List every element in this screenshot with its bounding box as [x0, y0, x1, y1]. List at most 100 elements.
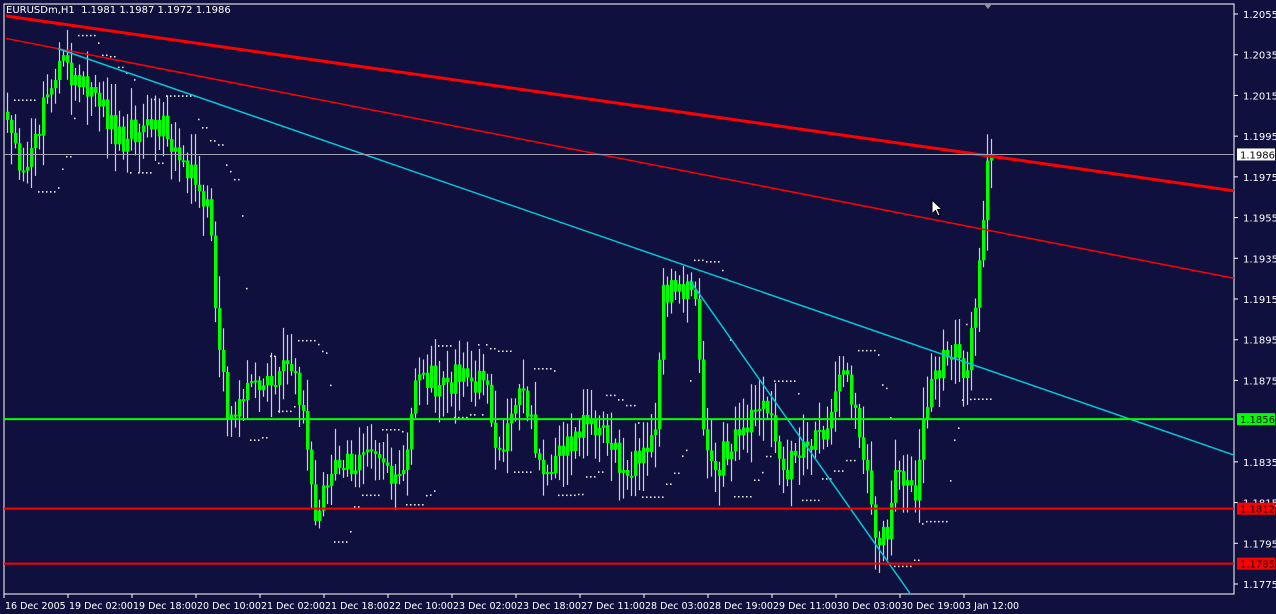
bull-candle: [918, 459, 922, 501]
sar-dot: [78, 34, 80, 37]
price-chart[interactable]: 1.2055 1.2035 1.2015 1.1995 1.1975 1.1955 1.19…: [0, 0, 1276, 614]
sar-dot: [638, 422, 640, 424]
bear-candle: [314, 484, 318, 521]
bull-candle: [926, 407, 930, 420]
bear-candle: [938, 370, 942, 379]
sar-dot: [142, 172, 144, 174]
bear-candle: [486, 380, 490, 385]
bear-candle: [646, 447, 650, 453]
bull-candle: [50, 88, 54, 95]
time-label: 19 Dec 02:00: [69, 601, 133, 612]
sar-dot: [226, 164, 228, 166]
open-price: 1.1981: [81, 5, 117, 16]
sar-dot: [286, 410, 288, 413]
sar-dot: [530, 471, 532, 473]
sar-dot: [694, 259, 696, 262]
sar-dot: [386, 428, 388, 431]
bull-candle: [330, 474, 334, 486]
sar-dot: [582, 493, 584, 496]
sar-dot: [774, 380, 776, 382]
sar-dot: [86, 34, 88, 37]
sar-dot: [990, 398, 992, 400]
sar-dot: [590, 476, 592, 478]
sar-dot: [674, 472, 676, 475]
bull-candle: [514, 405, 518, 414]
sar-dot: [614, 394, 616, 397]
sar-dot: [942, 520, 944, 523]
sar-dot: [718, 261, 720, 263]
price-tick-label: 1.1895: [1243, 336, 1276, 347]
sar-dot: [102, 54, 104, 57]
sar-dot: [794, 380, 796, 382]
sar-dot: [206, 127, 208, 129]
bull-candle: [554, 455, 558, 474]
sar-dot: [242, 215, 244, 217]
sar-dot: [34, 99, 36, 101]
bull-candle: [34, 133, 38, 149]
bear-candle: [718, 469, 722, 476]
sar-dot: [678, 472, 680, 475]
bear-candle: [458, 364, 462, 382]
bull-candle: [438, 384, 442, 397]
sar-dot: [362, 494, 364, 497]
bear-candle: [474, 381, 478, 393]
bear-candle: [550, 472, 554, 475]
bear-candle: [302, 404, 306, 411]
bear-candle: [538, 453, 542, 460]
bear-candle: [66, 55, 70, 63]
sar-dot: [162, 162, 164, 165]
bear-candle: [198, 184, 202, 192]
sar-dot: [594, 476, 596, 478]
bear-candle: [166, 115, 170, 140]
bear-candle: [78, 74, 82, 88]
sar-dot: [978, 398, 980, 400]
sar-dot: [806, 499, 808, 502]
sar-dot: [738, 495, 740, 498]
bear-candle: [466, 368, 470, 378]
bear-candle: [106, 99, 110, 130]
sar-dot: [938, 520, 940, 523]
price-label-bid-line: 1.1986: [1240, 150, 1275, 161]
sar-dot: [490, 347, 492, 350]
sar-dot: [330, 384, 332, 387]
sar-dot: [494, 347, 496, 350]
bear-candle: [606, 425, 610, 443]
sar-dot: [966, 323, 968, 326]
bull-candle: [402, 469, 406, 475]
bear-candle: [674, 279, 678, 292]
sar-dot: [150, 172, 152, 174]
bear-candle: [14, 132, 18, 144]
sar-dot: [414, 504, 416, 506]
sar-dot: [790, 380, 792, 382]
sar-dot: [110, 55, 112, 58]
bear-candle: [482, 370, 486, 381]
bear-candle: [182, 160, 186, 163]
bull-candle: [138, 132, 142, 143]
bull-candle: [758, 408, 762, 411]
sar-dot: [762, 471, 764, 474]
bear-candle: [390, 465, 394, 484]
bear-candle: [122, 126, 126, 152]
sar-dot: [42, 191, 44, 193]
bear-candle: [350, 453, 354, 475]
sar-dot: [74, 117, 76, 120]
bull-candle: [930, 378, 934, 408]
bull-candle: [322, 485, 326, 511]
sar-dot: [62, 168, 64, 171]
sar-dot: [902, 565, 904, 568]
sar-dot: [66, 155, 68, 158]
bear-candle: [6, 111, 10, 120]
sar-dot: [862, 349, 864, 352]
sar-dot: [170, 95, 172, 97]
time-label: 16 Dec 2005: [5, 601, 66, 612]
bull-candle: [670, 279, 674, 303]
sar-dot: [418, 504, 420, 506]
bull-candle: [190, 164, 194, 179]
sar-dot: [230, 170, 232, 173]
bull-candle: [826, 428, 830, 440]
bear-candle: [526, 390, 530, 417]
sar-dot: [734, 495, 736, 498]
sar-dot: [354, 506, 356, 508]
bull-candle: [966, 370, 970, 379]
sar-dot: [906, 565, 908, 568]
